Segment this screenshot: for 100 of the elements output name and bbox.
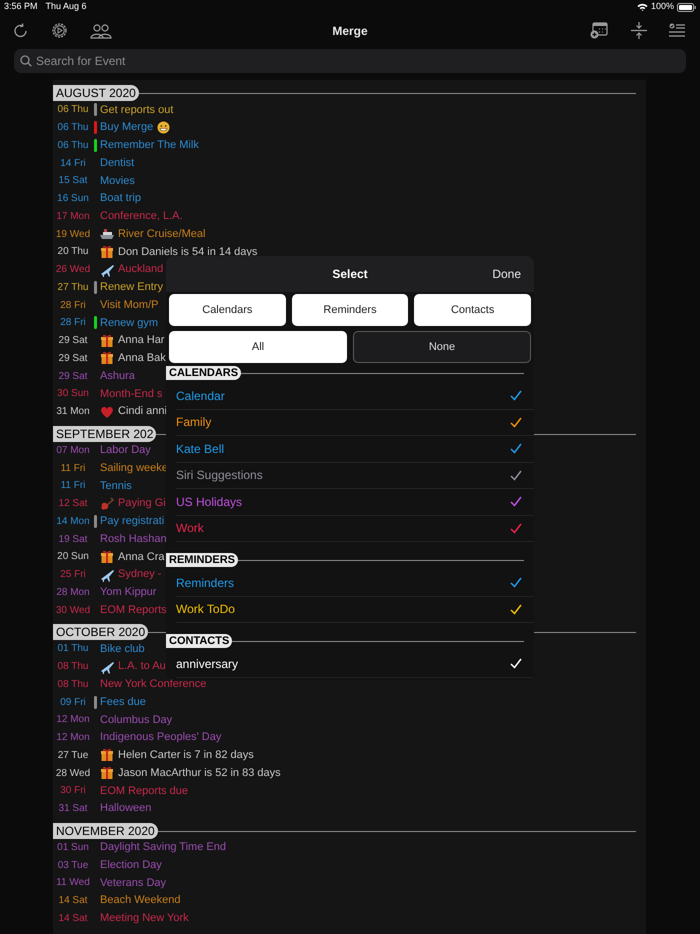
people-icon[interactable]	[90, 22, 112, 38]
event-title[interactable]: EOM Reports	[100, 602, 167, 618]
source-label: anniversary	[176, 656, 240, 673]
source-row[interactable]: US Holidays	[176, 489, 534, 516]
event-date: 14 Sat	[58, 894, 88, 908]
event-date: 30 Fri	[59, 784, 87, 798]
event-title[interactable]: Visit Mom/P	[100, 296, 158, 314]
event-date: 09 Fri	[59, 696, 87, 710]
airplane-icon	[100, 568, 114, 582]
event-date: 06 Thu	[56, 103, 90, 118]
event-date: 12 Sat	[58, 497, 88, 512]
event-title[interactable]: Remember The Milk	[100, 137, 199, 154]
event-title[interactable]: Yom Kippur	[100, 584, 156, 601]
select-none-button[interactable]: None	[353, 331, 531, 363]
event-title[interactable]: Paying Gi	[118, 495, 166, 512]
source-label: Siri Suggestions	[176, 467, 264, 484]
event-date: 11 Wed	[55, 876, 91, 890]
event-title[interactable]: Halloween	[100, 800, 152, 817]
event-title[interactable]: L.A. to Au	[118, 658, 166, 675]
event-title[interactable]: New York Conference	[100, 676, 206, 693]
add-calendar-icon[interactable]	[590, 22, 608, 39]
event-title[interactable]: Don Daniels is 54 in 14 days	[118, 244, 258, 260]
source-button[interactable]: Contacts	[414, 294, 531, 326]
source-row[interactable]: Calendar	[176, 383, 534, 410]
event-date: 07 Mon	[55, 444, 91, 458]
event-title[interactable]: Election Day	[100, 856, 162, 874]
event-title[interactable]: Boat trip	[100, 190, 141, 207]
event-title[interactable]: Dentist	[100, 154, 134, 172]
event-title[interactable]: Renew Entry	[100, 279, 163, 296]
event-date: 06 Thu	[56, 121, 90, 136]
status-date: Thu Aug 6	[46, 0, 87, 14]
event-title[interactable]: Buy Merge	[100, 119, 154, 136]
source-label: Family	[176, 414, 212, 432]
event-date: 01 Thu	[56, 642, 90, 656]
event-date: 17 Mon	[55, 210, 91, 224]
search-field[interactable]: Search for Event	[14, 49, 686, 73]
event-title[interactable]: Bike club	[100, 640, 145, 658]
event-title[interactable]: Get reports out	[100, 102, 174, 118]
event-title[interactable]: Columbus Day	[100, 712, 172, 728]
gift-icon	[100, 766, 114, 780]
event-title[interactable]: Ashura	[100, 368, 135, 384]
event-title[interactable]: Conference, L.A.	[100, 208, 183, 225]
source-row[interactable]: Reminders	[176, 570, 534, 596]
event-title[interactable]: Auckland	[118, 261, 164, 278]
gift-icon	[100, 748, 114, 762]
select-all-button[interactable]: All	[169, 331, 347, 363]
event-title[interactable]: Veterans Day	[100, 874, 166, 892]
event-title[interactable]: Movies	[100, 172, 135, 190]
event-title[interactable]: River Cruise/Meal	[118, 226, 206, 242]
event-date: 31 Sat	[58, 802, 88, 816]
checklist-icon[interactable]	[669, 23, 685, 38]
source-row[interactable]: Kate Bell	[176, 436, 534, 462]
event-title[interactable]: EOM Reports due	[100, 782, 188, 800]
source-label: Kate Bell	[176, 440, 226, 458]
source-row[interactable]: Family	[176, 410, 534, 436]
event-date: 01 Sun	[56, 840, 90, 855]
event-title[interactable]: Anna Har	[118, 332, 164, 349]
event-title[interactable]: Indigenous Peoples' Day	[100, 729, 222, 746]
event-date: 19 Wed	[54, 228, 92, 242]
done-button[interactable]: Done	[492, 265, 521, 283]
event-title[interactable]: Renew gym	[100, 314, 158, 332]
battery-percent: 100%	[650, 0, 674, 14]
event-date: 12 Mon	[55, 713, 91, 728]
gift-icon	[100, 244, 114, 259]
event-title[interactable]: Jason MacArthur is 52 in 83 days	[118, 764, 281, 782]
event-date: 30 Sun	[56, 387, 90, 402]
event-title[interactable]: Anna Bak	[118, 350, 166, 367]
settings-icon[interactable]	[51, 22, 68, 39]
event-title[interactable]: Fees due	[100, 694, 146, 710]
event-title[interactable]: Meeting New York	[100, 910, 189, 927]
event-title[interactable]: Labor Day	[100, 442, 151, 459]
source-row[interactable]: Work ToDo	[176, 596, 534, 623]
event-title[interactable]: Month-End s	[100, 386, 162, 402]
airplane-icon	[100, 262, 114, 277]
event-date: 08 Thu	[56, 660, 90, 674]
source-label: Calendar	[176, 388, 226, 405]
source-row[interactable]: Work	[176, 516, 534, 542]
refresh-icon[interactable]	[13, 22, 29, 38]
event-title[interactable]: Cindi anni	[118, 403, 167, 420]
search-icon	[20, 55, 32, 67]
event-date: 28 Fri	[59, 298, 87, 313]
event-title[interactable]: Sydney -	[118, 566, 162, 583]
event-date: 26 Wed	[54, 263, 92, 278]
event-title[interactable]: Daylight Saving Time End	[100, 839, 226, 856]
collapse-icon[interactable]	[630, 22, 648, 39]
event-title[interactable]: Helen Carter is 7 in 82 days	[118, 747, 254, 764]
source-button[interactable]: Calendars	[169, 294, 286, 326]
event-title[interactable]: Anna Cra	[118, 548, 164, 566]
event-title[interactable]: Beach Weekend	[100, 892, 181, 909]
battery-icon	[677, 2, 696, 12]
event-date: 11 Fri	[60, 462, 86, 476]
source-row[interactable]: Siri Suggestions	[176, 462, 534, 489]
source-label: US Holidays	[176, 494, 244, 511]
source-button[interactable]: Reminders	[292, 294, 408, 326]
source-row[interactable]: anniversary	[176, 651, 534, 678]
event-title[interactable]: Pay registrati	[100, 513, 164, 530]
gift-icon	[100, 334, 114, 348]
event-title[interactable]: Tennis	[100, 478, 132, 494]
event-title[interactable]: Rosh Hashan	[100, 530, 167, 548]
month-header: AUGUST 2020	[53, 85, 139, 101]
